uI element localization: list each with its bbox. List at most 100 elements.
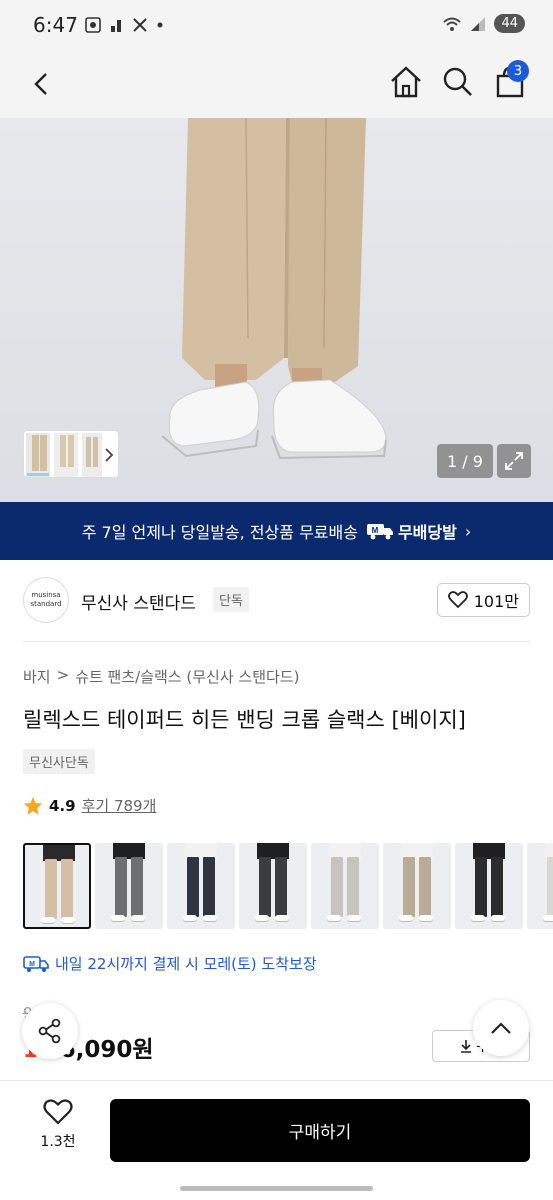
image-thumbnail-strip[interactable] (23, 430, 119, 478)
shoe (41, 917, 55, 923)
truck-icon-letter: M (372, 526, 379, 535)
pants-leg (403, 857, 415, 917)
heart-outline-icon (447, 591, 468, 609)
image-counter: 1 / 9 (437, 444, 493, 478)
pants-leg (45, 859, 57, 919)
rating-summary: 4.9 후기 789개 (23, 795, 156, 816)
product-image-carousel[interactable]: 1 / 9 (0, 118, 553, 502)
free-shipping-badge: M 무배당발 (366, 519, 457, 543)
pants-leg (131, 857, 143, 917)
pants-leg (115, 857, 127, 917)
brand-logo-line2: standard (30, 600, 62, 608)
pants-leg (491, 857, 503, 917)
brand-like-button[interactable]: 101만 (436, 583, 530, 617)
color-option-1[interactable] (23, 843, 91, 929)
banner-text: 주 7일 언제나 당일발송, 전상품 무료배송 (81, 523, 358, 542)
pants-leg (347, 857, 359, 917)
wishlist-button[interactable]: 1.3천 (30, 1099, 86, 1151)
color-option-3[interactable] (167, 843, 235, 929)
shoe (183, 915, 197, 921)
shoe (491, 915, 505, 921)
exclusive-tag: 무신사단독 (23, 749, 95, 774)
share-button[interactable] (22, 1003, 78, 1059)
pants-leg (61, 859, 73, 919)
home-icon[interactable] (388, 64, 424, 100)
search-icon[interactable] (440, 64, 476, 100)
breadcrumb-level2[interactable]: 슈트 팬츠/슬랙스 (무신사 스탠다드) (75, 666, 299, 687)
section-divider (23, 641, 530, 642)
breadcrumb-level1[interactable]: 바지 (23, 666, 51, 687)
wishlist-count: 1.3천 (40, 1134, 76, 1150)
back-arrow-icon[interactable] (28, 68, 56, 100)
signal-small-icon (111, 20, 121, 32)
product-title: 릴렉스드 테이퍼드 히든 밴딩 크롭 슬랙스 [베이지] (23, 708, 466, 732)
shoe (543, 915, 553, 921)
expand-icon (505, 452, 523, 470)
delivery-icon-letter: M (29, 961, 35, 968)
color-option-2[interactable] (95, 843, 163, 929)
reviews-link[interactable]: 후기 789개 (82, 795, 157, 816)
shoe (471, 915, 485, 921)
share-icon (38, 1018, 61, 1044)
color-option-8[interactable] (527, 843, 553, 929)
rating-score: 4.9 (49, 796, 76, 815)
pants-leg (203, 857, 215, 917)
delivery-truck-icon: M (23, 955, 49, 972)
color-option-6[interactable] (383, 843, 451, 929)
wifi-icon (443, 17, 462, 31)
pants-leg (419, 857, 431, 917)
color-option-7[interactable] (455, 843, 523, 929)
thumbnail-images (26, 433, 114, 477)
home-indicator[interactable] (180, 1186, 373, 1191)
chevron-up-icon (491, 1022, 511, 1034)
status-notification-icons (84, 16, 164, 34)
brand-logo-line1: musinsa (31, 591, 61, 599)
cell-signal-icon (471, 16, 486, 31)
pants-leg (187, 857, 199, 917)
color-option-4[interactable] (239, 843, 307, 929)
brand-name[interactable]: 무신사 스탠다드 (81, 589, 196, 614)
pants-leg (331, 857, 343, 917)
brand-exclusive-tag: 단독 (213, 587, 249, 612)
pants-leg (259, 857, 271, 917)
breadcrumb: 바지 > 슈트 팬츠/슬랙스 (무신사 스탠다드) (23, 666, 299, 687)
color-options (23, 843, 553, 929)
breadcrumb-separator: > (56, 666, 70, 684)
shoe (275, 915, 289, 921)
bottom-action-bar: 1.3천 구매하기 (0, 1080, 553, 1180)
color-option-5[interactable] (311, 843, 379, 929)
heart-icon (43, 1099, 73, 1125)
status-system-icons: 44 (442, 14, 525, 33)
shoe (255, 915, 269, 921)
brand-row[interactable]: musinsa standard 무신사 스탠다드 단독 101만 (23, 575, 530, 627)
shoe (61, 917, 75, 923)
shoe (203, 915, 217, 921)
shoe (419, 915, 433, 921)
delivery-promo-banner[interactable]: 주 7일 언제나 당일발송, 전상품 무료배송 M 무배당발 › (0, 502, 553, 560)
delivery-guarantee-text: 내일 22시까지 결제 시 모레(토) 도착보장 (55, 955, 317, 973)
brand-logo[interactable]: musinsa standard (23, 577, 69, 623)
delivery-guarantee: M 내일 22시까지 결제 시 모레(토) 도착보장 (23, 953, 317, 974)
shoe (347, 915, 361, 921)
pants-leg (475, 857, 487, 917)
shoe (399, 915, 413, 921)
star-icon (24, 796, 42, 814)
shoe (111, 915, 125, 921)
download-icon (461, 1040, 472, 1053)
dot-icon (157, 22, 163, 28)
cart-count-badge: 3 (507, 60, 529, 82)
banner-badge-label: 무배당발 (397, 523, 457, 542)
pants-leg (275, 857, 287, 917)
battery-indicator: 44 (494, 14, 525, 33)
scroll-to-top-button[interactable] (473, 1000, 529, 1056)
fullscreen-button[interactable] (497, 444, 531, 478)
buy-button[interactable]: 구매하기 (110, 1099, 530, 1162)
screenshot-icon (85, 17, 101, 33)
shoe (131, 915, 145, 921)
truck-icon: M (366, 524, 393, 540)
brand-like-count: 101만 (473, 592, 519, 611)
x-app-icon (133, 18, 147, 32)
banner-chevron-icon: › (464, 521, 472, 541)
top-navigation-bar: 3 (0, 52, 553, 118)
status-time: 6:47 (33, 13, 78, 37)
